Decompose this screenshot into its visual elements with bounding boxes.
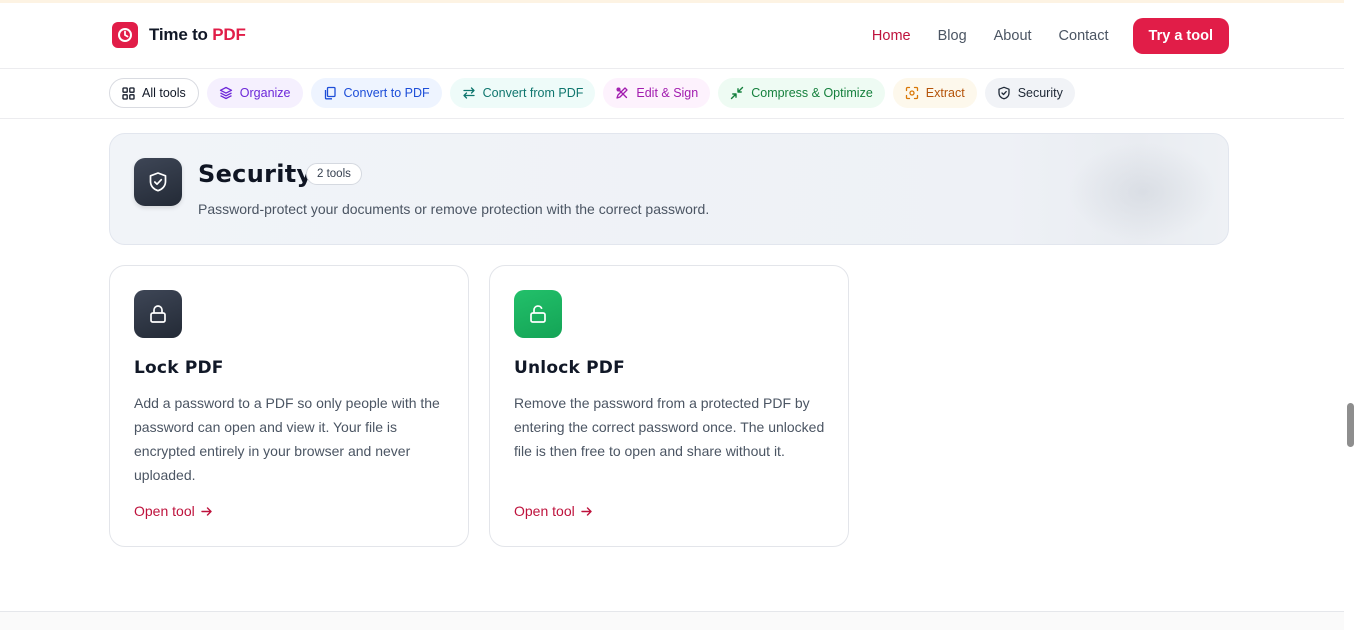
category-edit-sign[interactable]: Edit & Sign bbox=[603, 78, 711, 108]
scan-icon bbox=[905, 86, 918, 100]
section-description: Password-protect your documents or remov… bbox=[198, 201, 710, 217]
files-icon bbox=[324, 86, 336, 100]
chip-label: Organize bbox=[239, 86, 291, 100]
arrow-right-icon bbox=[201, 506, 212, 516]
chip-label: Convert to PDF bbox=[343, 86, 430, 100]
shrink-arrows-icon bbox=[731, 86, 744, 100]
chip-label: All tools bbox=[142, 86, 186, 100]
open-tool-link[interactable]: Open tool bbox=[514, 503, 593, 519]
scrollbar-thumb[interactable] bbox=[1347, 403, 1354, 447]
chip-label: Security bbox=[1017, 86, 1063, 100]
tool-description: Remove the password from a protected PDF… bbox=[514, 395, 825, 459]
nav-home[interactable]: Home bbox=[872, 28, 911, 44]
pen-tool-icon bbox=[616, 87, 629, 99]
unlock-icon bbox=[514, 290, 562, 338]
grid-icon bbox=[122, 86, 135, 100]
open-tool-label: Open tool bbox=[134, 503, 195, 519]
shield-check-icon bbox=[134, 158, 182, 206]
tool-title: Lock PDF bbox=[134, 358, 224, 378]
nav-contact[interactable]: Contact bbox=[1059, 28, 1109, 44]
arrows-exchange-icon bbox=[463, 87, 475, 99]
category-convert-to-pdf[interactable]: Convert to PDF bbox=[310, 78, 442, 108]
lock-icon bbox=[134, 290, 182, 338]
clock-icon bbox=[112, 22, 138, 48]
category-convert-from-pdf[interactable]: Convert from PDF bbox=[449, 78, 596, 108]
chip-label: Compress & Optimize bbox=[751, 86, 873, 100]
arrow-right-icon bbox=[581, 506, 592, 516]
open-tool-label: Open tool bbox=[514, 503, 575, 519]
tool-description: Add a password to a PDF so only people w… bbox=[134, 395, 440, 483]
tool-count-badge: 2 tools bbox=[306, 163, 362, 185]
chip-label: Convert from PDF bbox=[482, 86, 584, 100]
section-title: Security bbox=[198, 160, 313, 188]
category-extract[interactable]: Extract bbox=[892, 78, 977, 108]
site-header: Time to PDF Home Blog About Contact Try … bbox=[0, 3, 1344, 69]
page-scrollbar[interactable] bbox=[1344, 0, 1356, 630]
nav-about[interactable]: About bbox=[994, 28, 1032, 44]
try-a-tool-button[interactable]: Try a tool bbox=[1132, 18, 1229, 54]
brand-name: Time to PDF bbox=[149, 25, 246, 44]
chip-label: Edit & Sign bbox=[636, 86, 699, 100]
category-compress-optimize[interactable]: Compress & Optimize bbox=[718, 78, 885, 108]
tool-card-unlock-pdf[interactable]: Unlock PDF Remove the password from a pr… bbox=[489, 265, 849, 547]
footer-edge bbox=[0, 611, 1344, 630]
shield-icon bbox=[998, 86, 1010, 100]
open-tool-link[interactable]: Open tool bbox=[134, 503, 213, 519]
layers-icon bbox=[219, 86, 232, 100]
banner-decoration bbox=[1068, 142, 1218, 242]
tool-title: Unlock PDF bbox=[514, 358, 625, 378]
main-nav: Home Blog About Contact Try a tool bbox=[872, 18, 1229, 54]
category-bar: All tools Organize Convert to PDF Conver… bbox=[0, 69, 1344, 119]
category-security[interactable]: Security bbox=[984, 78, 1075, 108]
category-organize[interactable]: Organize bbox=[206, 78, 303, 108]
category-all-tools[interactable]: All tools bbox=[109, 78, 199, 108]
section-banner: Security 2 tools Password-protect your d… bbox=[109, 133, 1229, 245]
brand-logo[interactable]: Time to PDF bbox=[112, 22, 246, 48]
tool-card-lock-pdf[interactable]: Lock PDF Add a password to a PDF so only… bbox=[109, 265, 469, 547]
nav-blog[interactable]: Blog bbox=[938, 28, 967, 44]
chip-label: Extract bbox=[925, 86, 965, 100]
